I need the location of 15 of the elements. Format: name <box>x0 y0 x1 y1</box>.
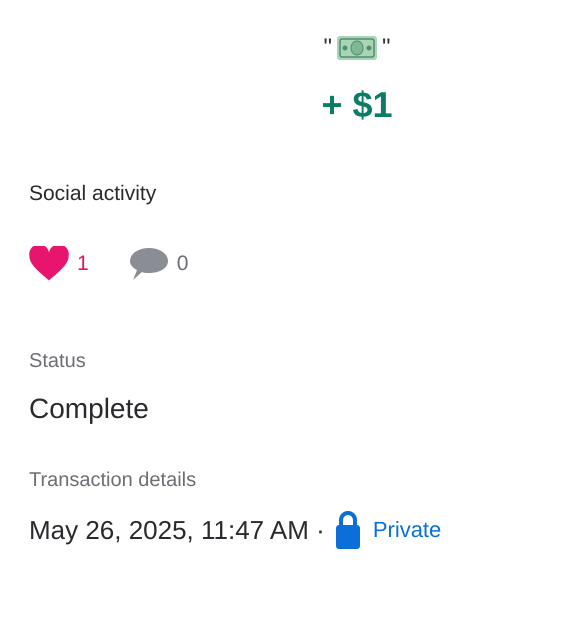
quote-mark: " <box>382 34 391 62</box>
amount: + $1 <box>321 84 393 126</box>
heart-icon[interactable] <box>29 246 69 282</box>
quote-mark: " <box>323 34 332 62</box>
banknote-icon <box>336 35 378 61</box>
speech-bubble-icon[interactable] <box>128 246 169 282</box>
comment-count: 0 <box>176 252 188 276</box>
like-count: 1 <box>77 252 89 276</box>
transaction-date: May 26, 2025, 11:47 AM · <box>29 514 325 546</box>
lock-icon <box>334 510 361 550</box>
privacy-link[interactable]: Private <box>372 517 442 543</box>
status-label: Status <box>29 350 87 373</box>
status-value: Complete <box>29 393 150 425</box>
section-title: Social activity <box>29 182 158 206</box>
details-label: Transaction details <box>29 469 198 492</box>
